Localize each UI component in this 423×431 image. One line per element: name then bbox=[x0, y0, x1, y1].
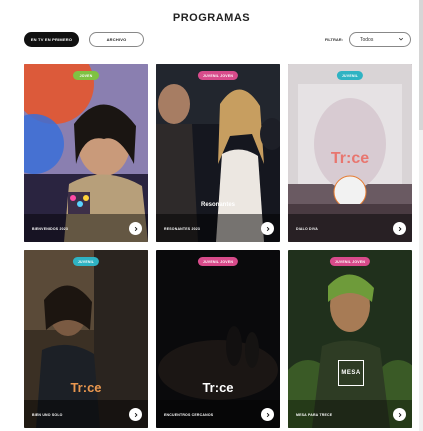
card-title: BIEN UNO SOLO bbox=[32, 413, 63, 417]
chevron-right-icon bbox=[398, 412, 402, 417]
program-thumbnail bbox=[24, 64, 148, 242]
tab-en-emision[interactable]: EN TV EN PRIMERO bbox=[24, 32, 79, 47]
category-badge: JUVENIL JOVEN bbox=[329, 257, 371, 266]
programs-grid: JOVEN BIENVENIDOS 2023 JUVENIL JOVEN Res… bbox=[24, 64, 412, 431]
filter-dropdown-value: Todos bbox=[360, 36, 374, 43]
card-title: DIALO DIVA bbox=[296, 227, 318, 231]
filter-tabs: EN TV EN PRIMERO ARCHIVO bbox=[24, 32, 144, 47]
program-card[interactable]: JUVENIL JOVEN Tr:ce ENCUENTROS CERCANOS bbox=[156, 250, 280, 428]
category-badge: JUVENIL JOVEN bbox=[197, 71, 239, 80]
filter-dropdown[interactable]: Todos bbox=[349, 32, 411, 47]
chevron-right-icon bbox=[398, 226, 402, 231]
chevron-right-icon bbox=[266, 226, 270, 231]
program-logo-text: Tr:ce bbox=[330, 150, 370, 167]
program-card[interactable]: JUVENIL JOVEN MESA MESA PARA TRECE bbox=[288, 250, 412, 428]
program-logo-text: Resonantes bbox=[200, 202, 235, 208]
open-program-button[interactable] bbox=[393, 222, 406, 235]
program-card[interactable]: JUVENIL JOVEN Resonantes RESONANTES 2023 bbox=[156, 64, 280, 242]
chevron-right-icon bbox=[134, 412, 138, 417]
chevron-right-icon bbox=[266, 412, 270, 417]
scrollbar-thumb[interactable] bbox=[419, 0, 423, 130]
program-thumbnail bbox=[156, 250, 280, 428]
open-program-button[interactable] bbox=[261, 408, 274, 421]
program-card[interactable]: JUVENIL Tr:ce BIEN UNO SOLO bbox=[24, 250, 148, 428]
program-logo-text: Tr:ce bbox=[202, 380, 234, 395]
category-badge: JOVEN bbox=[73, 71, 99, 80]
program-card[interactable]: JOVEN BIENVENIDOS 2023 bbox=[24, 64, 148, 242]
category-badge: JUVENIL bbox=[72, 257, 100, 266]
program-thumbnail bbox=[156, 64, 280, 242]
tab-archivo[interactable]: ARCHIVO bbox=[89, 32, 144, 47]
program-logo-text: MESA bbox=[338, 360, 364, 386]
program-thumbnail bbox=[24, 250, 148, 428]
open-program-button[interactable] bbox=[393, 408, 406, 421]
filter-label: FILTRAR: bbox=[324, 37, 343, 42]
card-title: RESONANTES 2023 bbox=[164, 227, 201, 231]
open-program-button[interactable] bbox=[129, 222, 142, 235]
program-card[interactable]: JUVENIL Tr:ce DIALO DIVA bbox=[288, 64, 412, 242]
page-title: PROGRAMAS bbox=[172, 12, 251, 24]
open-program-button[interactable] bbox=[129, 408, 142, 421]
program-thumbnail bbox=[288, 250, 412, 428]
card-title: BIENVENIDOS 2023 bbox=[32, 227, 69, 231]
card-title: MESA PARA TRECE bbox=[296, 413, 333, 417]
filter-select-group: FILTRAR: Todos bbox=[325, 32, 411, 47]
page-scrollbar[interactable] bbox=[419, 0, 423, 431]
program-logo-text: Tr:ce bbox=[70, 380, 102, 395]
chevron-right-icon bbox=[134, 226, 138, 231]
chevron-down-icon bbox=[398, 36, 404, 44]
card-title: ENCUENTROS CERCANOS bbox=[164, 413, 214, 417]
category-badge: JUVENIL JOVEN bbox=[197, 257, 239, 266]
open-program-button[interactable] bbox=[261, 222, 274, 235]
category-badge: JUVENIL bbox=[336, 71, 364, 80]
